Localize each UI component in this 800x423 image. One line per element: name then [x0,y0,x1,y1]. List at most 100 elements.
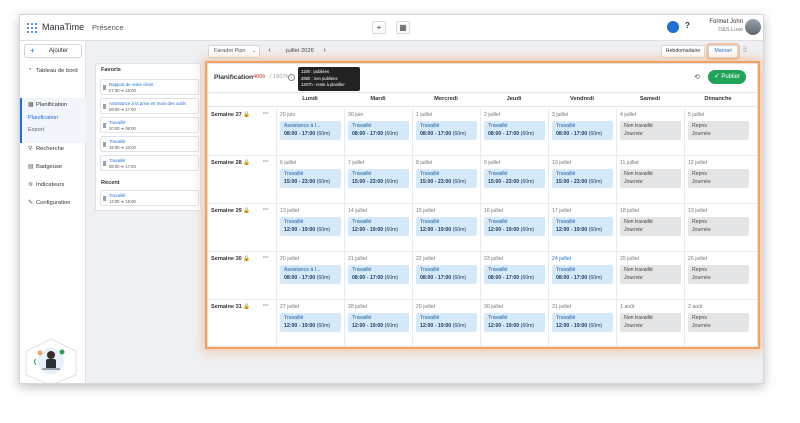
grid-view-icon[interactable]: ⁞⁞ [743,47,747,54]
publish-button[interactable]: ✓ Publier [708,70,746,84]
shift-block[interactable]: Travaillé 08:00 - 17:00 (60m) [416,265,477,284]
favorite-item[interactable]: Travaillé 20:00 ➔ 08:00 [100,117,199,133]
shift-block[interactable]: Assistance à l... 08:00 - 17:00 (60m) [280,121,341,140]
shift-block[interactable]: Travaillé 08:00 - 17:00 (60m) [348,121,409,140]
favorite-item[interactable]: Rapport de visite client 07:30 ➔ 15:00 [100,79,199,95]
day-cell[interactable]: 4 juillet Non travaillé Journée [616,108,684,156]
shift-block[interactable]: Travaillé 12:00 - 19:00 (60m) [280,217,341,236]
day-cell[interactable]: 21 juillet Travaillé 08:00 - 17:00 (60m) [344,252,412,300]
shift-block[interactable]: Travaillé 15:00 - 23:00 (60m) [280,169,341,188]
day-cell[interactable]: 12 juillet Repos Journée [684,156,752,204]
sidebar-item-badgeuse[interactable]: ▤ Badgeuse [20,161,86,173]
day-cell[interactable]: 2 août Repos Journée [684,300,752,346]
shift-block[interactable]: Travaillé 12:00 - 19:00 (60m) [552,217,613,236]
day-cell[interactable]: 28 juillet Travaillé 12:00 - 19:00 (60m) [344,300,412,346]
day-cell[interactable]: 15 juillet Travaillé 12:00 - 19:00 (60m) [412,204,480,252]
prev-month-button[interactable]: ‹ [264,45,275,58]
day-cell[interactable]: 14 juillet Travaillé 12:00 - 19:00 (60m) [344,204,412,252]
day-cell[interactable]: 30 juillet Travaillé 12:00 - 19:00 (60m) [480,300,548,346]
day-cell[interactable]: 29 juillet Travaillé 12:00 - 19:00 (60m) [412,300,480,346]
day-cell[interactable]: 17 juillet Travaillé 12:00 - 19:00 (60m) [548,204,616,252]
absence-block[interactable]: Repos Journée [688,121,749,140]
shift-block[interactable]: Travaillé 12:00 - 19:00 (60m) [280,313,341,332]
more-options-icon[interactable]: ··· [263,303,269,309]
absence-block[interactable]: Non travaillé Journée [620,217,681,236]
day-cell[interactable]: 16 juillet Travaillé 12:00 - 19:00 (60m) [480,204,548,252]
next-month-button[interactable]: › [319,45,330,58]
absence-block[interactable]: Non travaillé Journée [620,265,681,284]
shift-block[interactable]: Assistance à l... 08:00 - 17:00 (60m) [280,265,341,284]
avatar[interactable] [745,19,761,35]
absence-block[interactable]: Non travaillé Journée [620,313,681,332]
day-cell[interactable]: 30 juin Travaillé 08:00 - 17:00 (60m) [344,108,412,156]
shift-block[interactable]: Travaillé 12:00 - 19:00 (60m) [484,313,545,332]
day-cell[interactable]: 3 juillet Travaillé 08:00 - 17:00 (60m) [548,108,616,156]
add-button[interactable]: + Ajouter [24,44,82,58]
day-cell[interactable]: 29 juin Assistance à l... 08:00 - 17:00 (6… [276,108,344,156]
absence-block[interactable]: Repos Journée [688,265,749,284]
absence-block[interactable]: Repos Journée [688,313,749,332]
day-cell[interactable]: 2 juillet Travaillé 08:00 - 17:00 (60m) [480,108,548,156]
shift-block[interactable]: Travaillé 08:00 - 17:00 (60m) [484,121,545,140]
day-cell[interactable]: 26 juillet Repos Journée [684,252,752,300]
shift-block[interactable]: Travaillé 15:00 - 23:00 (60m) [484,169,545,188]
day-cell[interactable]: 6 juillet Travaillé 15:00 - 23:00 (60m) [276,156,344,204]
shift-block[interactable]: Travaillé 08:00 - 17:00 (60m) [484,265,545,284]
absence-block[interactable]: Repos Journée [688,217,749,236]
shift-block[interactable]: Travaillé 12:00 - 19:00 (60m) [416,313,477,332]
absence-block[interactable]: Non travaillé Journée [620,169,681,188]
shift-block[interactable]: Travaillé 08:00 - 17:00 (60m) [552,265,613,284]
person-select[interactable]: Faradet Pipo ⌄ [208,45,260,58]
day-cell[interactable]: 18 juillet Non travaillé Journée [616,204,684,252]
more-options-icon[interactable]: ··· [263,207,269,213]
shift-block[interactable]: Travaillé 15:00 - 23:00 (60m) [416,169,477,188]
sidebar-item-indicateurs[interactable]: ≋ Indicateurs [20,179,86,191]
sidebar-item-search[interactable]: ⚲ Recherche [20,143,86,155]
day-cell[interactable]: 19 juillet Repos Journée [684,204,752,252]
shift-block[interactable]: Travaillé 08:00 - 17:00 (60m) [552,121,613,140]
day-cell[interactable]: 31 juillet Travaillé 12:00 - 19:00 (60m) [548,300,616,346]
sidebar-subitem-planification[interactable]: Planification [28,115,58,121]
absence-block[interactable]: Repos Journée [688,169,749,188]
day-cell[interactable]: 23 juillet Travaillé 08:00 - 17:00 (60m) [480,252,548,300]
sidebar-subitem-export[interactable]: Export [28,127,44,133]
day-cell[interactable]: 22 juillet Travaillé 08:00 - 17:00 (60m) [412,252,480,300]
favorite-item[interactable]: Travaillé 08:00 ➔ 17:00 [100,155,199,171]
sidebar-item-planification[interactable]: ▦ Planification [20,99,86,111]
shift-block[interactable]: Travaillé 12:00 - 19:00 (60m) [552,313,613,332]
current-period[interactable]: juillet 2026 [275,45,325,58]
undo-icon[interactable]: ⟲ [694,73,700,81]
shift-block[interactable]: Travaillé 12:00 - 19:00 (60m) [416,217,477,236]
weekly-view-button[interactable]: Hebdomadaire [661,45,705,58]
day-cell[interactable]: 20 juillet Assistance à l... 08:00 - 17:00… [276,252,344,300]
shift-block[interactable]: Travaillé 15:00 - 23:00 (60m) [348,169,409,188]
shift-block[interactable]: Travaillé 08:00 - 17:00 (60m) [416,121,477,140]
more-options-icon[interactable]: ··· [263,111,269,117]
add-icon[interactable]: + [372,21,386,34]
manual-mode-button[interactable]: Manuel [708,45,738,58]
shift-block[interactable]: Travaillé 12:00 - 19:00 (60m) [348,313,409,332]
shift-block[interactable]: Travaillé 12:00 - 19:00 (60m) [484,217,545,236]
day-cell[interactable]: 24 juillet Travaillé 08:00 - 17:00 (60m) [548,252,616,300]
absence-block[interactable]: Non travaillé Journée [620,121,681,140]
day-cell[interactable]: 13 juillet Travaillé 12:00 - 19:00 (60m) [276,204,344,252]
sidebar-item-dashboard[interactable]: ◔ Tableau de bord [20,65,86,77]
favorite-item[interactable]: Travaillé 15:00 ➔ 23:00 [100,136,199,152]
help-icon[interactable]: ? [685,21,690,30]
app-grid-icon[interactable] [27,23,37,33]
day-cell[interactable]: 27 juillet Travaillé 12:00 - 19:00 (60m) [276,300,344,346]
info-icon[interactable]: i [288,74,295,81]
calendar-icon[interactable]: ▦ [396,21,410,34]
day-cell[interactable]: 8 juillet Travaillé 15:00 - 23:00 (60m) [412,156,480,204]
shift-block[interactable]: Travaillé 12:00 - 19:00 (60m) [348,217,409,236]
day-cell[interactable]: 9 juillet Travaillé 15:00 - 23:00 (60m) [480,156,548,204]
shift-block[interactable]: Travaillé 15:00 - 23:00 (60m) [552,169,613,188]
more-options-icon[interactable]: ··· [263,159,269,165]
shift-block[interactable]: Travaillé 08:00 - 17:00 (60m) [348,265,409,284]
day-cell[interactable]: 5 juillet Repos Journée [684,108,752,156]
day-cell[interactable]: 25 juillet Non travaillé Journée [616,252,684,300]
user-icon[interactable]: 👤 [667,21,679,33]
day-cell[interactable]: 1 juillet Travaillé 08:00 - 17:00 (60m) [412,108,480,156]
day-cell[interactable]: 7 juillet Travaillé 15:00 - 23:00 (60m) [344,156,412,204]
more-options-icon[interactable]: ··· [263,255,269,261]
